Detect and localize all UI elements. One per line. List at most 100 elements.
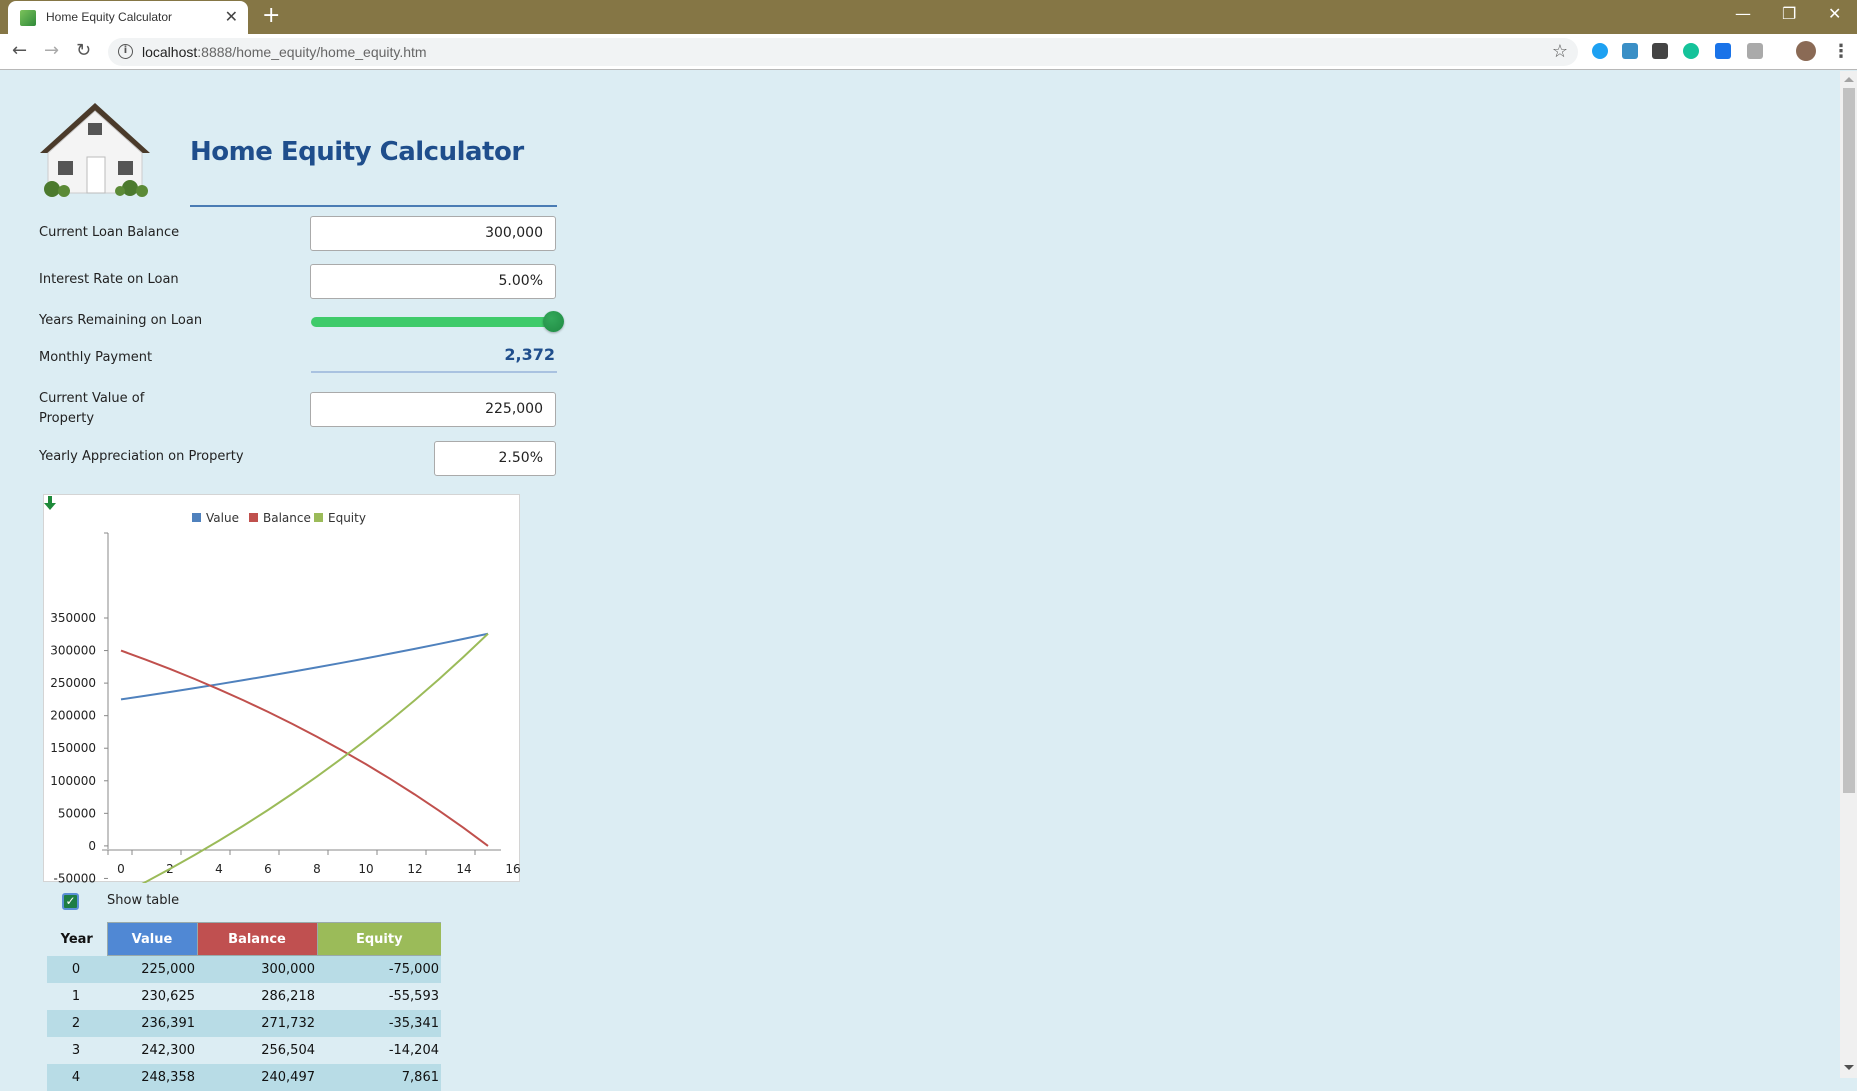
browser-tab[interactable]: Home Equity Calculator ✕ [8, 1, 248, 34]
loan-balance-input[interactable]: 300,000 [310, 216, 556, 251]
x-tick-label: 6 [264, 862, 272, 876]
header-balance[interactable]: Balance [196, 922, 318, 956]
cell-value: 236,391 [107, 1009, 197, 1037]
header-value[interactable]: Value [106, 922, 198, 956]
cell-balance: 240,497 [197, 1063, 317, 1091]
cell-year: 2 [47, 1009, 107, 1037]
cell-year: 4 [47, 1063, 107, 1091]
restore-icon[interactable]: ❐ [1782, 4, 1796, 23]
info-icon[interactable]: i [118, 44, 133, 59]
loan-balance-label: Current Loan Balance [39, 225, 180, 240]
legend-swatch-equity [314, 513, 323, 522]
cell-value: 230,625 [107, 982, 197, 1010]
years-remaining-slider-thumb[interactable] [543, 311, 564, 332]
url-text: localhost:8888/home_equity/home_equity.h… [142, 44, 427, 60]
page-title: Home Equity Calculator [190, 137, 524, 167]
property-value-label: Current Value of Property [39, 389, 144, 429]
legend-swatch-value [192, 513, 201, 522]
reload-icon[interactable]: ↻ [76, 40, 91, 61]
cell-balance: 256,504 [197, 1036, 317, 1064]
interest-rate-input[interactable]: 5.00% [310, 264, 556, 299]
table-header-row: Year Value Balance Equity [47, 922, 441, 956]
ghostery-icon[interactable] [1592, 43, 1608, 59]
equity-chart: Value Balance Equity 350000 300000 250000 2000… [43, 494, 521, 883]
years-remaining-slider[interactable] [311, 317, 555, 327]
y-tick-label: 200000 [50, 709, 96, 723]
y-tick-label: 300000 [50, 644, 96, 658]
url-host: localhost [142, 44, 198, 60]
scrollbar-thumb[interactable] [1843, 88, 1855, 793]
scroll-up-arrow-icon[interactable] [1844, 77, 1854, 82]
property-value-label-line2: Property [39, 411, 95, 426]
scroll-down-arrow-icon[interactable] [1844, 1065, 1854, 1070]
back-icon[interactable]: ← [12, 40, 27, 61]
vertical-scrollbar[interactable] [1840, 71, 1857, 1078]
shield-check-icon[interactable] [1622, 43, 1638, 59]
y-tick-label: 250000 [50, 676, 96, 690]
profile-avatar[interactable] [1796, 41, 1816, 61]
appreciation-input[interactable]: 2.50% [434, 441, 556, 476]
series-line-balance [120, 649, 489, 847]
years-remaining-label: Years Remaining on Loan [39, 313, 203, 328]
cell-year: 3 [47, 1036, 107, 1064]
cell-value: 225,000 [107, 955, 197, 983]
monthly-payment-value: 2,372 [504, 345, 555, 364]
calculator-favicon-icon [20, 10, 36, 26]
show-table-label: Show table [107, 893, 180, 908]
payment-divider [311, 371, 557, 373]
y-tick-label: 50000 [58, 806, 96, 820]
legend-swatch-balance [249, 513, 258, 522]
tab-title: Home Equity Calculator [46, 10, 173, 24]
x-tick-label: 4 [215, 862, 223, 876]
cell-equity: -55,593 [317, 982, 441, 1010]
cell-year: 0 [47, 955, 107, 983]
legend-label-equity: Equity [328, 511, 366, 525]
new-tab-icon[interactable]: + [262, 3, 280, 28]
browser-toolbar: ← → ↻ i localhost:8888/home_equity/home_… [0, 34, 1857, 70]
x-tick-label: 10 [358, 862, 373, 876]
download-icon[interactable] [44, 495, 56, 511]
url-path: :8888/home_equity/home_equity.htm [197, 44, 427, 60]
grammarly-icon[interactable] [1683, 43, 1699, 59]
title-divider [190, 205, 557, 207]
cell-equity: 7,861 [317, 1063, 441, 1091]
cell-equity: -75,000 [317, 955, 441, 983]
pocket-icon[interactable] [1652, 43, 1668, 59]
address-bar[interactable]: i localhost:8888/home_equity/home_equity… [108, 38, 1578, 66]
cell-value: 248,358 [107, 1063, 197, 1091]
bookmark-star-icon[interactable]: ☆ [1552, 41, 1568, 62]
equity-table: Year Value Balance Equity 0 225,000 300,00… [47, 922, 441, 1091]
close-window-icon[interactable]: ✕ [1828, 4, 1841, 23]
property-value-input[interactable]: 225,000 [310, 392, 556, 427]
privacy-shield-icon[interactable] [1747, 43, 1763, 59]
table-row: 3 242,300 256,504 -14,204 [47, 1036, 441, 1064]
x-tick-label: 0 [117, 862, 125, 876]
header-year[interactable]: Year [47, 923, 107, 956]
close-tab-icon[interactable]: ✕ [225, 7, 238, 26]
y-tick-label: 150000 [50, 741, 96, 755]
x-tick-label: 12 [407, 862, 422, 876]
cell-equity: -35,341 [317, 1009, 441, 1037]
cell-balance: 286,218 [197, 982, 317, 1010]
lock-icon[interactable] [1715, 43, 1731, 59]
cell-balance: 300,000 [197, 955, 317, 983]
table-row: 1 230,625 286,218 -55,593 [47, 982, 441, 1010]
x-tick-label: 16 [505, 862, 520, 876]
table-row: 0 225,000 300,000 -75,000 [47, 955, 441, 983]
page-content: Home Equity Calculator Current Loan Bala… [0, 71, 1840, 1091]
cell-year: 1 [47, 982, 107, 1010]
browser-menu-icon[interactable]: ⋮ [1832, 41, 1850, 62]
house-logo-icon [40, 103, 150, 197]
forward-icon[interactable]: → [44, 40, 59, 61]
y-tick-label: -50000 [53, 871, 96, 883]
legend-label-value: Value [206, 511, 239, 525]
monthly-payment-label: Monthly Payment [39, 350, 153, 365]
header-equity[interactable]: Equity [316, 922, 441, 956]
minimize-icon[interactable]: — [1735, 4, 1751, 23]
table-row: 2 236,391 271,732 -35,341 [47, 1009, 441, 1037]
property-value-label-line1: Current Value of [39, 391, 145, 406]
show-table-checkbox[interactable]: ✓ [62, 893, 79, 910]
cell-balance: 271,732 [197, 1009, 317, 1037]
table-row: 4 248,358 240,497 7,861 [47, 1063, 441, 1091]
y-tick-label: 350000 [50, 611, 96, 625]
